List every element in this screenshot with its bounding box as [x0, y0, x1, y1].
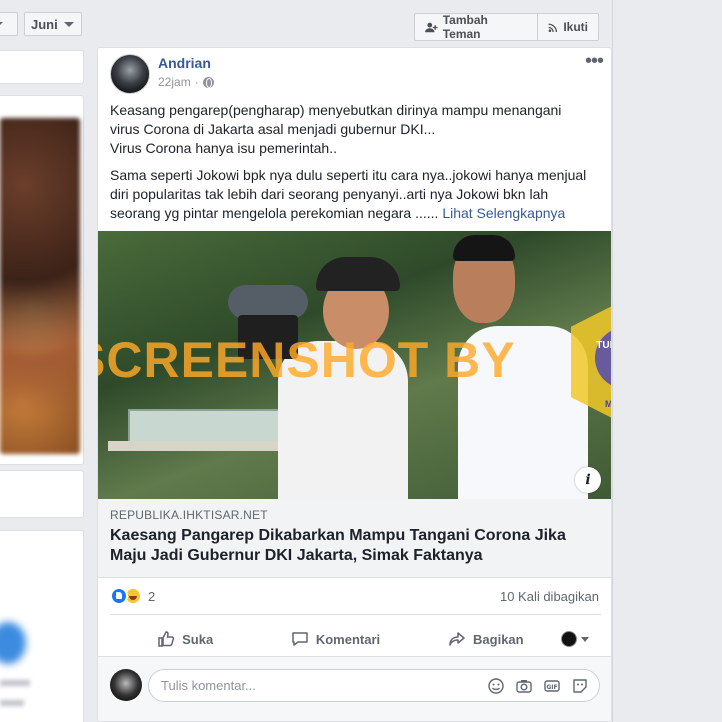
thumbs-up-icon [158, 631, 175, 647]
left-card [0, 470, 84, 518]
mini-avatar [560, 631, 577, 647]
filter-dropdown-month[interactable]: Juni [24, 12, 82, 36]
author-name[interactable]: Andrian [158, 55, 211, 71]
blurred-text [0, 700, 24, 706]
emoji-icon[interactable] [487, 677, 505, 695]
comment-label: Komentari [315, 631, 381, 647]
left-column: Juni [0, 0, 86, 722]
svg-text:GIF: GIF [546, 684, 557, 691]
left-card [0, 50, 84, 84]
share-label: Bagikan [473, 631, 524, 647]
link-title[interactable]: Kaesang Pangarep Dikabarkan Mampu Tangan… [110, 526, 580, 566]
badge-center: TURN BACK HOAX [595, 327, 611, 389]
commenter-avatar [110, 669, 142, 701]
author-avatar[interactable] [110, 54, 150, 94]
camera-icon[interactable] [515, 677, 533, 695]
person-hair [453, 235, 515, 261]
right-margin [612, 0, 722, 722]
comment-section: Tulis komentar... GIF [98, 656, 611, 721]
comment-input[interactable]: Tulis komentar... GIF [148, 669, 600, 702]
post-meta: 22jam · [158, 75, 214, 89]
follow-button[interactable]: Ikuti [537, 13, 599, 41]
divider [110, 614, 601, 615]
link-domain: REPUBLIKA.IHKTISAR.NET [110, 508, 268, 522]
chevron-down-icon [63, 21, 74, 27]
like-label: Suka [182, 631, 214, 647]
share-count[interactable]: 10 Kali dibagikan [500, 589, 599, 604]
reaction-count: 2 [148, 588, 156, 604]
post-text-paragraph: Sama seperti Jokowi bpk nya dulu seperti… [110, 166, 590, 223]
post-card: Andrian 22jam · ••• Keasang pengarep(pen… [97, 47, 612, 722]
like-reaction-icon [110, 587, 128, 605]
post-image[interactable]: SCREENSHOT BY TURN BACK HOAX MAFINDO i [98, 231, 611, 499]
blurred-photo[interactable] [0, 118, 80, 454]
chevron-down-icon [580, 636, 589, 642]
blurred-text [0, 680, 30, 686]
add-friend-button[interactable]: Tambah Teman [414, 13, 538, 41]
share-icon [449, 632, 465, 646]
info-icon[interactable]: i [575, 467, 601, 493]
comment-placeholder: Tulis komentar... [161, 678, 256, 693]
rss-icon [548, 23, 558, 32]
link-preview[interactable]: REPUBLIKA.IHKTISAR.NET Kaesang Pangarep … [98, 499, 611, 578]
post-text-paragraph: Keasang pengarep(pengharap) menyebutkan … [110, 102, 562, 156]
cap [316, 257, 400, 291]
comment-tools: GIF [487, 677, 589, 695]
globe-icon[interactable] [202, 76, 214, 88]
comment-icon [292, 632, 308, 646]
see-more-link[interactable]: Lihat Selengkapnya [442, 205, 565, 221]
add-friend-label: Tambah Teman [442, 13, 488, 41]
watermark-text: SCREENSHOT BY [98, 332, 516, 388]
reaction-summary[interactable]: 2 [110, 587, 155, 605]
post-as-selector[interactable] [560, 631, 601, 647]
filter-dropdown-year[interactable] [0, 12, 18, 36]
chevron-down-icon [0, 21, 3, 27]
microphone [228, 285, 308, 319]
comment-button[interactable]: Komentari [260, 630, 410, 648]
like-button[interactable]: Suka [110, 630, 260, 648]
gif-icon[interactable]: GIF [543, 677, 561, 695]
action-bar: Suka Komentari Bagikan [110, 622, 601, 656]
more-options-icon[interactable]: ••• [585, 51, 604, 71]
share-button[interactable]: Bagikan [411, 630, 561, 648]
add-friend-icon [425, 22, 438, 32]
month-label: Juni [31, 16, 58, 32]
follow-label: Ikuti [563, 20, 588, 34]
sticker-icon[interactable] [571, 677, 589, 695]
post-time[interactable]: 22jam [158, 75, 191, 89]
